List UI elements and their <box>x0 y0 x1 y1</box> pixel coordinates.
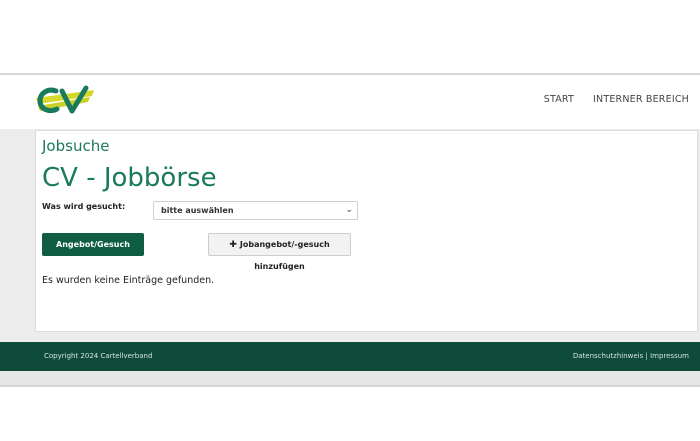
cv-logo[interactable] <box>34 84 96 116</box>
footer-links: Datenschutzhinweis | Impressum <box>573 352 689 360</box>
result-message: Es wurden keine Einträge gefunden. <box>42 275 215 286</box>
chevron-down-icon: ⌄ <box>345 205 353 215</box>
cv-logo-icon <box>36 85 94 114</box>
top-blank-area <box>0 0 700 73</box>
nav-internal-area[interactable]: INTERNER BEREICH <box>593 94 689 105</box>
page-title: CV - Jobbörse <box>42 163 217 193</box>
main-nav: START INTERNER BEREICH <box>544 94 689 105</box>
site-footer: Copyright 2024 Cartellverband Datenschut… <box>0 342 700 371</box>
find-offer-button[interactable]: Angebot/Gesuch finden <box>42 233 144 272</box>
privacy-link[interactable]: Datenschutzhinweis <box>573 352 643 360</box>
nav-start[interactable]: START <box>544 94 574 105</box>
section-kicker: Jobsuche <box>42 137 110 155</box>
search-label: Was wird gesucht: <box>42 202 126 211</box>
content-card: Jobsuche CV - Jobbörse Was wird gesucht:… <box>35 130 698 332</box>
add-job-button-label: Jobangebot/-gesuch hinzufügen <box>239 240 330 271</box>
site-header: START INTERNER BEREICH <box>0 73 700 129</box>
imprint-link[interactable]: Impressum <box>650 352 689 360</box>
plus-icon: ✚ <box>229 240 237 250</box>
add-job-button[interactable]: ✚ Jobangebot/-gesuch hinzufügen <box>208 233 351 271</box>
footer-bottom-bar <box>0 371 700 387</box>
select-value: bitte auswählen <box>161 206 234 215</box>
copyright-text: Copyright 2024 Cartellverband <box>44 352 153 360</box>
search-type-select[interactable]: bitte auswählen ⌄ <box>153 201 358 220</box>
